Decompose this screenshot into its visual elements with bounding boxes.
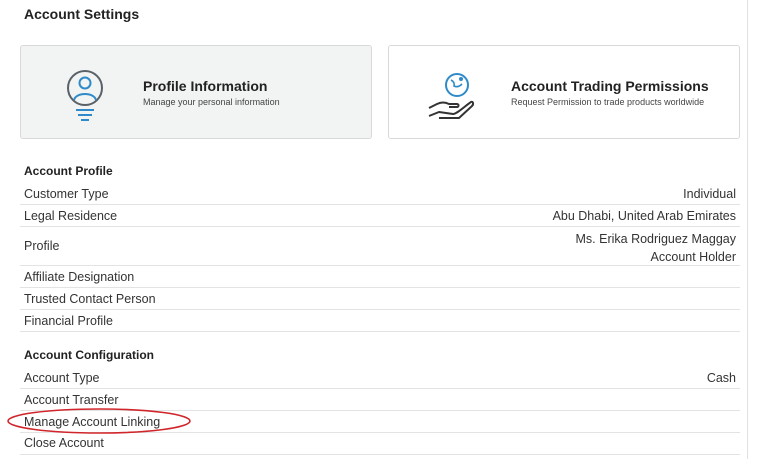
row-value: Abu Dhabi, United Arab Emirates [552,209,736,223]
row-account-transfer[interactable]: Account Transfer [20,389,740,411]
page-title: Account Settings [24,6,140,22]
row-legal-residence: Legal Residence Abu Dhabi, United Arab E… [20,205,740,227]
row-label: Customer Type [24,187,109,201]
profile-information-card[interactable]: Profile Information Manage your personal… [20,45,372,139]
row-label: Account Type [24,371,100,385]
card-title: Profile Information [143,78,268,94]
row-value: Cash [706,371,736,385]
account-configuration-heading: Account Configuration [24,348,154,362]
row-affiliate-designation[interactable]: Affiliate Designation [20,266,740,288]
row-label: Close Account [24,436,104,450]
profile-role: Account Holder [650,250,736,264]
row-financial-profile[interactable]: Financial Profile [20,310,740,332]
card-title: Account Trading Permissions [511,78,709,94]
divider [747,0,748,459]
row-manage-account-linking[interactable]: Manage Account Linking [20,411,740,433]
card-subtitle: Manage your personal information [143,97,280,107]
row-trusted-contact-person[interactable]: Trusted Contact Person [20,288,740,310]
row-label: Profile [24,239,60,253]
row-close-account[interactable]: Close Account [20,433,740,455]
row-account-type: Account Type Cash [20,367,740,389]
row-label: Manage Account Linking [24,415,161,429]
row-label: Account Transfer [24,393,119,407]
user-profile-icon [67,70,103,121]
row-label: Financial Profile [24,314,113,328]
row-label: Affiliate Designation [24,270,135,284]
row-value: Individual [683,187,736,201]
row-label: Trusted Contact Person [24,292,156,306]
row-profile: Profile Ms. Erika Rodriguez Maggay Accou… [20,227,740,266]
row-label: Legal Residence [24,209,118,223]
account-settings-page: Account Settings Profile Information Man… [0,0,768,459]
row-customer-type: Customer Type Individual [20,183,740,205]
account-profile-heading: Account Profile [24,164,113,178]
profile-name: Ms. Erika Rodriguez Maggay [575,232,736,246]
card-subtitle: Request Permission to trade products wor… [511,97,705,107]
globe-hand-icon [428,73,475,119]
account-trading-permissions-card[interactable]: Account Trading Permissions Request Perm… [388,45,740,139]
